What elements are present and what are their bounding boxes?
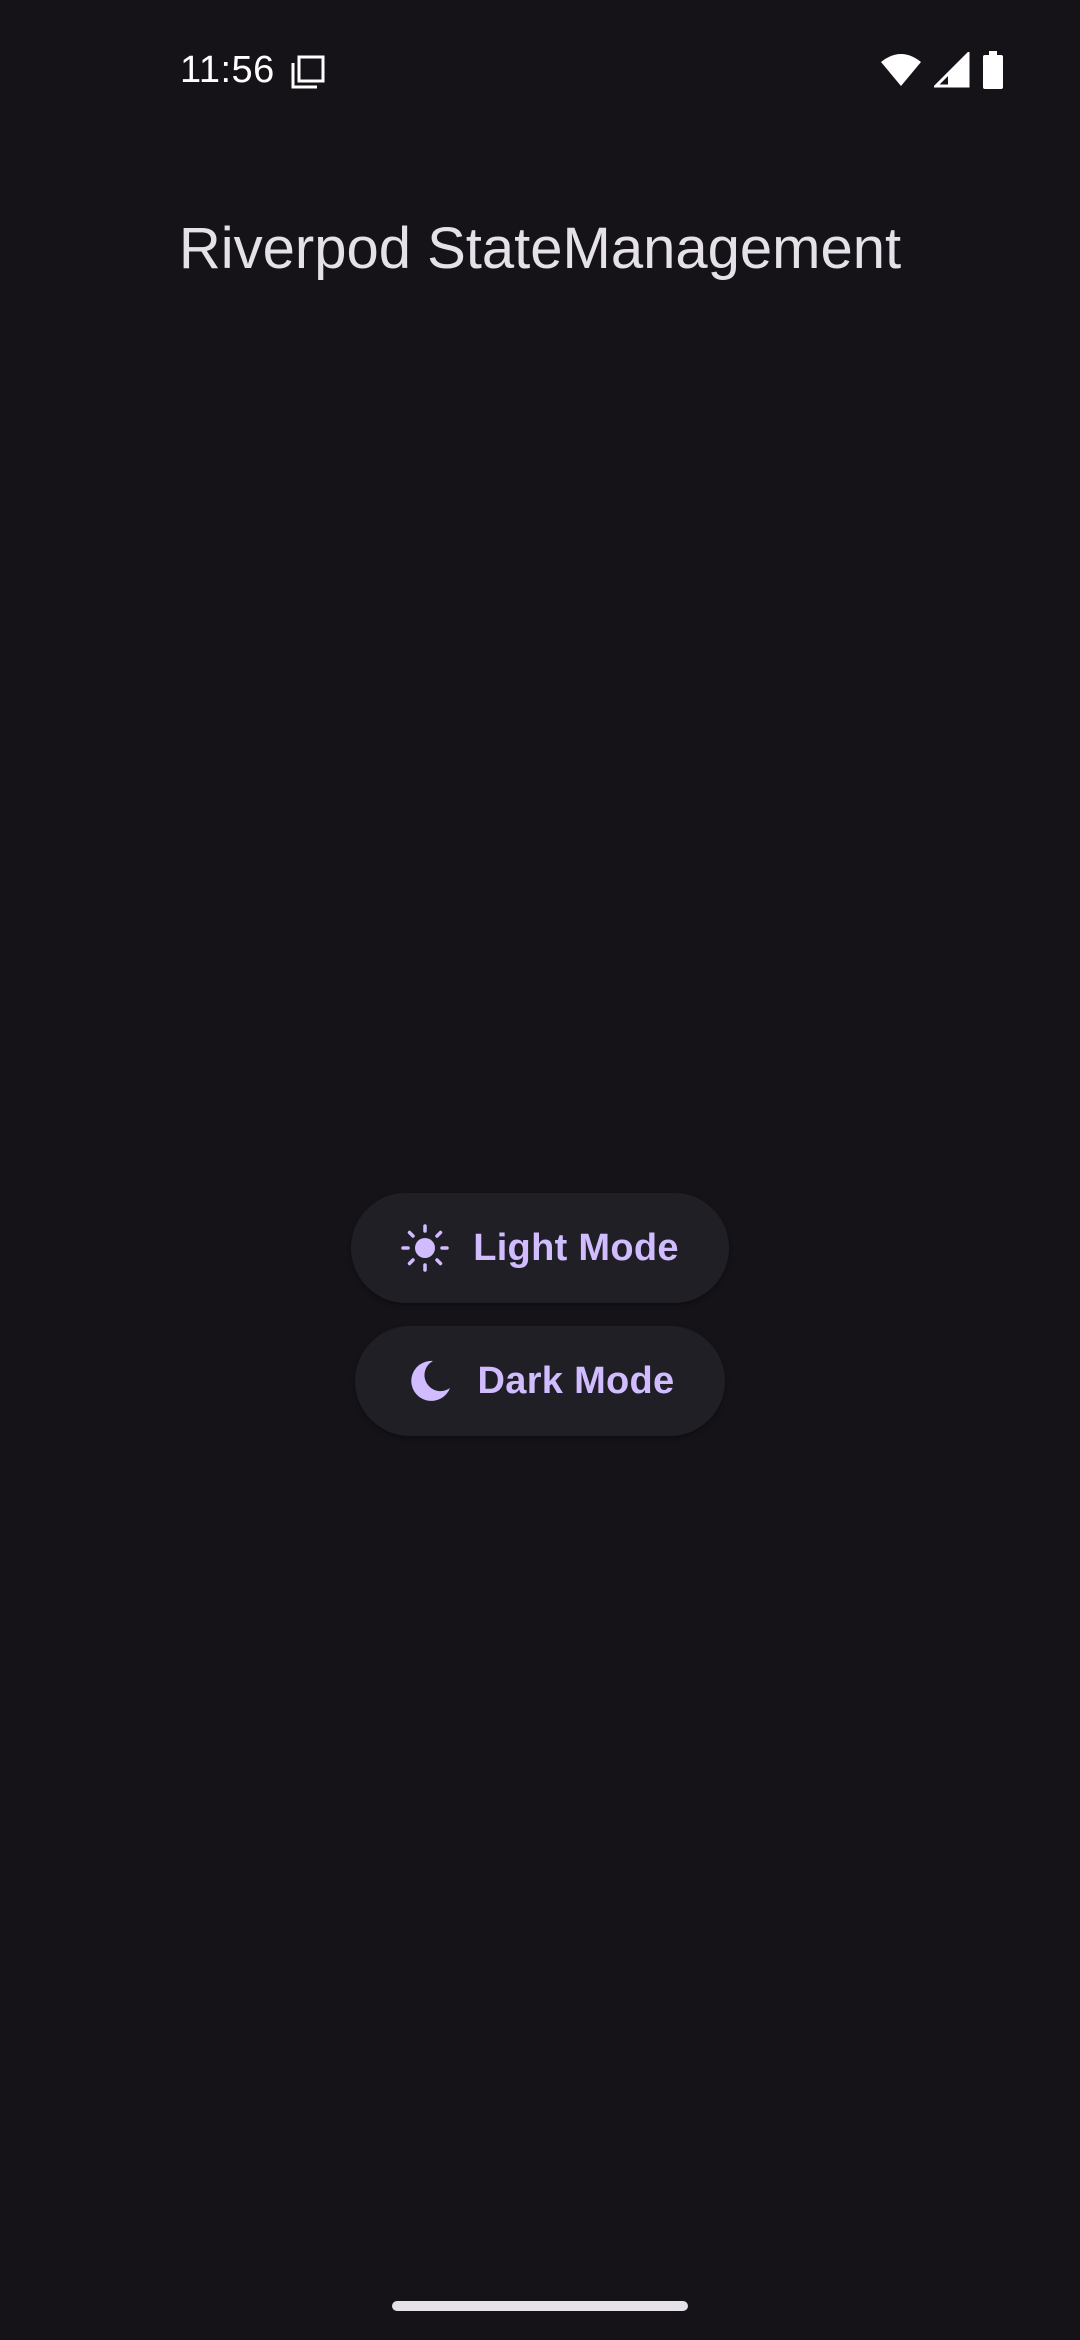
dark-mode-label: Dark Mode xyxy=(477,1359,675,1402)
light-mode-button[interactable]: Light Mode xyxy=(351,1193,729,1303)
battery-icon xyxy=(982,50,1004,94)
home-indicator[interactable] xyxy=(392,2301,688,2311)
status-icons xyxy=(880,49,1004,94)
sun-icon xyxy=(401,1224,449,1272)
light-mode-label: Light Mode xyxy=(473,1226,679,1269)
cell-signal-icon xyxy=(932,49,970,93)
status-bar: 11:56 xyxy=(0,0,1080,140)
notification-copy-icon xyxy=(290,54,326,90)
status-time: 11:56 xyxy=(180,49,275,91)
wifi-icon xyxy=(880,52,922,93)
dark-mode-button[interactable]: Dark Mode xyxy=(355,1326,725,1436)
moon-icon xyxy=(406,1357,454,1405)
app-title: Riverpod StateManagement xyxy=(178,215,902,281)
